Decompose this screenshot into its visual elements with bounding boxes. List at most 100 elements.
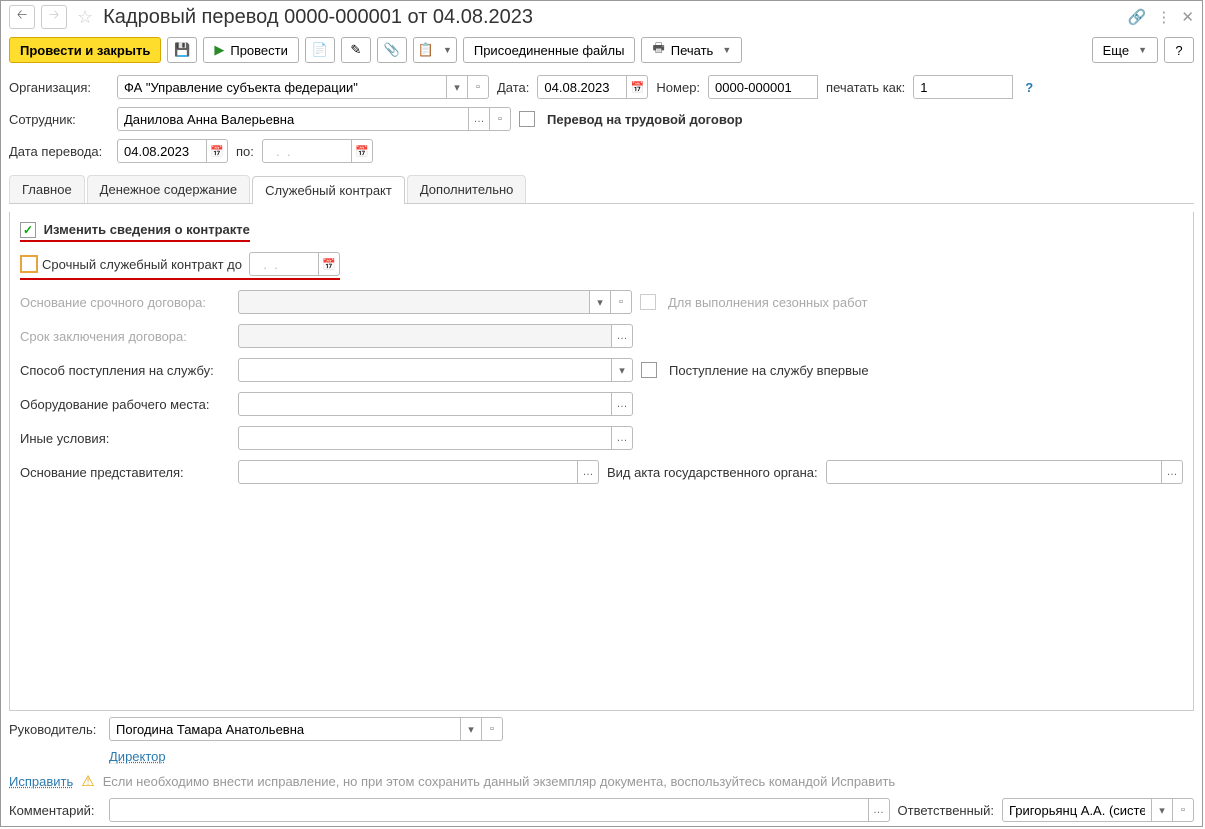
org-input[interactable] <box>117 75 447 99</box>
warning-icon: ⚠ <box>81 772 94 790</box>
attachments-button[interactable]: Присоединенные файлы <box>463 37 636 63</box>
to-field[interactable]: 📅 <box>262 139 373 163</box>
ellipsis-icon[interactable]: … <box>469 107 490 131</box>
repbasis-input[interactable] <box>238 460 578 484</box>
number-label: Номер: <box>656 80 700 95</box>
dropdown-icon[interactable]: ▾ <box>1152 798 1173 822</box>
tab-contract[interactable]: Служебный контракт <box>252 176 405 204</box>
responsible-input[interactable] <box>1002 798 1152 822</box>
basis-label: Основание срочного договора: <box>20 295 230 310</box>
to-input[interactable] <box>262 139 352 163</box>
ellipsis-icon[interactable]: … <box>612 426 633 450</box>
fix-note: Если необходимо внести исправление, но п… <box>103 774 895 789</box>
entry-field[interactable]: ▾ <box>238 358 633 382</box>
acttype-field[interactable]: … <box>826 460 1183 484</box>
forward-button[interactable]: 🡢 <box>41 5 67 29</box>
link-icon[interactable]: 🔗 <box>1128 8 1147 26</box>
calendar-icon[interactable]: 📅 <box>207 139 228 163</box>
edit-contract-label: Изменить сведения о контракте <box>44 222 250 237</box>
pencil-icon: ✎ <box>350 42 361 58</box>
dropdown-icon[interactable]: ▾ <box>461 717 482 741</box>
employee-input[interactable] <box>117 107 469 131</box>
open-icon[interactable]: ▫ <box>468 75 489 99</box>
equip-input[interactable] <box>238 392 612 416</box>
post-and-close-button[interactable]: Провести и закрыть <box>9 37 161 63</box>
back-button[interactable]: 🡠 <box>9 5 35 29</box>
tab-content: Изменить сведения о контракте Срочный сл… <box>9 212 1194 711</box>
more-button[interactable]: Еще▼ <box>1092 37 1158 63</box>
favorite-icon[interactable]: ☆ <box>77 7 93 28</box>
transferdate-input[interactable] <box>117 139 207 163</box>
tab-extra[interactable]: Дополнительно <box>407 175 527 203</box>
calendar-icon[interactable]: 📅 <box>352 139 373 163</box>
term-field: … <box>238 324 633 348</box>
urgent-checkbox[interactable] <box>20 255 38 273</box>
supervisor-input[interactable] <box>109 717 461 741</box>
fix-link[interactable]: Исправить <box>9 774 73 789</box>
save-button[interactable]: 💾 <box>167 37 197 63</box>
edit-contract-group: Изменить сведения о контракте <box>20 222 250 242</box>
transfer-contract-checkbox[interactable] <box>519 111 535 127</box>
tab-salary[interactable]: Денежное содержание <box>87 175 250 203</box>
responsible-field[interactable]: ▾ ▫ <box>1002 798 1194 822</box>
footer: Руководитель: ▾ ▫ Директор Исправить ⚠ Е… <box>1 713 1202 826</box>
repbasis-field[interactable]: … <box>238 460 599 484</box>
open-icon[interactable]: ▫ <box>482 717 503 741</box>
number-input[interactable] <box>708 75 818 99</box>
based-icon: 📋 <box>418 42 434 58</box>
firsttime-checkbox[interactable] <box>641 362 657 378</box>
ellipsis-icon[interactable]: … <box>578 460 599 484</box>
position-link[interactable]: Директор <box>109 749 166 764</box>
edit-contract-checkbox[interactable] <box>20 222 36 238</box>
create-based-button[interactable]: 📋▼ <box>413 37 457 63</box>
calendar-icon[interactable]: 📅 <box>627 75 648 99</box>
help-button[interactable]: ? <box>1164 37 1194 63</box>
supervisor-field[interactable]: ▾ ▫ <box>109 717 503 741</box>
urgent-date-field[interactable]: 📅 <box>249 252 340 276</box>
basis-field: ▾ ▫ <box>238 290 632 314</box>
comment-field[interactable]: … <box>109 798 890 822</box>
attach-button[interactable]: 📎 <box>377 37 407 63</box>
ellipsis-icon: … <box>612 324 633 348</box>
tab-main[interactable]: Главное <box>9 175 85 203</box>
org-field[interactable]: ▾ ▫ <box>117 75 489 99</box>
titlebar: 🡠 🡢 ☆ Кадровый перевод 0000-000001 от 04… <box>1 1 1202 33</box>
seasonal-label: Для выполнения сезонных работ <box>668 295 867 310</box>
entry-input[interactable] <box>238 358 612 382</box>
help-link[interactable]: ? <box>1025 80 1033 95</box>
open-icon[interactable]: ▫ <box>490 107 511 131</box>
acttype-input[interactable] <box>826 460 1162 484</box>
printas-field[interactable] <box>913 75 1013 99</box>
post-button[interactable]: ▶Провести <box>203 37 299 63</box>
transferdate-field[interactable]: 📅 <box>117 139 228 163</box>
open-icon[interactable]: ▫ <box>1173 798 1194 822</box>
doc-button[interactable]: 📄 <box>305 37 335 63</box>
date-field[interactable]: 📅 <box>537 75 648 99</box>
number-field[interactable] <box>708 75 818 99</box>
tabs: Главное Денежное содержание Служебный ко… <box>9 175 1194 204</box>
to-label: по: <box>236 144 254 159</box>
ellipsis-icon[interactable]: … <box>869 798 890 822</box>
ellipsis-icon[interactable]: … <box>1162 460 1183 484</box>
close-icon[interactable]: ✕ <box>1181 8 1194 26</box>
printas-input[interactable] <box>913 75 1013 99</box>
date-input[interactable] <box>537 75 627 99</box>
dropdown-icon[interactable]: ▾ <box>612 358 633 382</box>
employee-field[interactable]: … ▫ <box>117 107 511 131</box>
ellipsis-icon[interactable]: … <box>612 392 633 416</box>
urgent-label: Срочный служебный контракт до <box>42 257 242 272</box>
calendar-icon[interactable]: 📅 <box>319 252 340 276</box>
print-button[interactable]: 🖶Печать▼ <box>641 37 742 63</box>
other-input[interactable] <box>238 426 612 450</box>
urgent-date-input[interactable] <box>249 252 319 276</box>
form-area: Организация: ▾ ▫ Дата: 📅 Номер: печатать… <box>1 73 1202 713</box>
dropdown-icon[interactable]: ▾ <box>447 75 468 99</box>
comment-input[interactable] <box>109 798 869 822</box>
equip-field[interactable]: … <box>238 392 633 416</box>
edit-button[interactable]: ✎ <box>341 37 371 63</box>
basis-input <box>238 290 590 314</box>
window-title: Кадровый перевод 0000-000001 от 04.08.20… <box>103 6 533 29</box>
firsttime-label: Поступление на службу впервые <box>669 363 869 378</box>
other-field[interactable]: … <box>238 426 633 450</box>
kebab-icon[interactable]: ⋮ <box>1156 8 1171 26</box>
